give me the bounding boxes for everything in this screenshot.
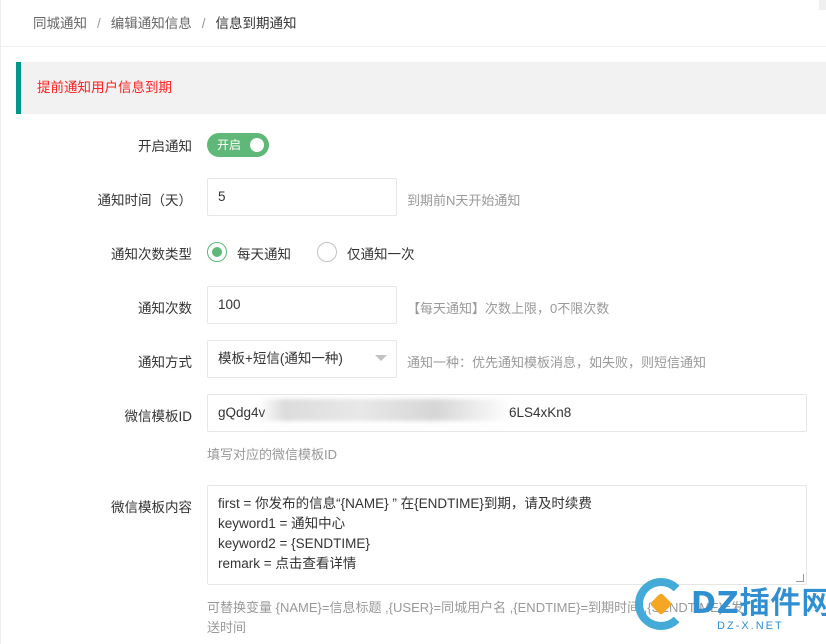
template-content-hint-cont: 送时间: [207, 620, 247, 635]
chevron-down-icon[interactable]: [375, 355, 387, 361]
watermark-logo: DZ插件网 DZ-X.NET: [631, 570, 826, 644]
scrollbar[interactable]: [819, 0, 826, 10]
notice-text: 提前通知用户信息到期: [37, 80, 172, 95]
method-hint: 通知一种：优先通知模板消息，如失败，则短信通知: [407, 355, 707, 370]
notify-days-label: 通知时间（天）: [97, 193, 193, 208]
method-label: 通知方式: [138, 355, 192, 370]
radio-daily-label[interactable]: 每天通知: [237, 243, 291, 263]
switch-knob: [250, 138, 264, 152]
breadcrumb-separator: /: [97, 16, 101, 31]
radio-once[interactable]: [317, 242, 337, 262]
switch-text: 开启: [217, 138, 242, 152]
radio-daily[interactable]: [207, 242, 227, 262]
watermark-text: DZ插件网: [691, 586, 826, 621]
count-type-label: 通知次数类型: [111, 247, 192, 262]
breadcrumb-item-current: 信息到期通知: [215, 16, 297, 31]
watermark-sub: DZ-X.NET: [717, 620, 784, 632]
template-id-label: 微信模板ID: [124, 409, 193, 424]
template-line: keyword1 = 通知中心: [218, 516, 346, 531]
breadcrumb-separator: /: [201, 16, 206, 31]
breadcrumb-item-edit-notice[interactable]: 编辑通知信息: [111, 16, 192, 31]
radio-once-label[interactable]: 仅通知一次: [347, 243, 415, 263]
breadcrumb: 同城通知 / 编辑通知信息 / 信息到期通知: [33, 0, 297, 46]
template-line: keyword2 = {SENDTIME}: [218, 536, 370, 551]
method-select[interactable]: 模板+短信(通知一种): [207, 340, 397, 378]
enable-switch[interactable]: 开启: [207, 133, 269, 157]
template-id-value-end: 6LS4xKn8: [509, 405, 572, 420]
count-label: 通知次数: [138, 301, 192, 316]
header-divider: [1, 46, 826, 47]
breadcrumb-item-city-notice[interactable]: 同城通知: [33, 16, 87, 31]
notify-days-input[interactable]: 5: [207, 178, 397, 216]
enable-label: 开启通知: [138, 139, 192, 154]
template-id-hint: 填写对应的微信模板ID: [207, 447, 338, 462]
notice-banner: 提前通知用户信息到期: [16, 62, 826, 114]
count-hint: 【每天通知】次数上限，0不限次数: [407, 301, 610, 316]
template-content-label: 微信模板内容: [111, 500, 192, 515]
count-input[interactable]: 100: [207, 286, 397, 324]
notify-days-hint: 到期前N天开始通知: [407, 193, 521, 208]
template-line: first = 你发布的信息“{NAME} ” 在{ENDTIME}到期，请及时…: [218, 496, 592, 511]
page: 同城通知 / 编辑通知信息 / 信息到期通知 提前通知用户信息到期 开启通知 开启 通知…: [0, 0, 826, 644]
redaction-blur: [259, 399, 511, 421]
